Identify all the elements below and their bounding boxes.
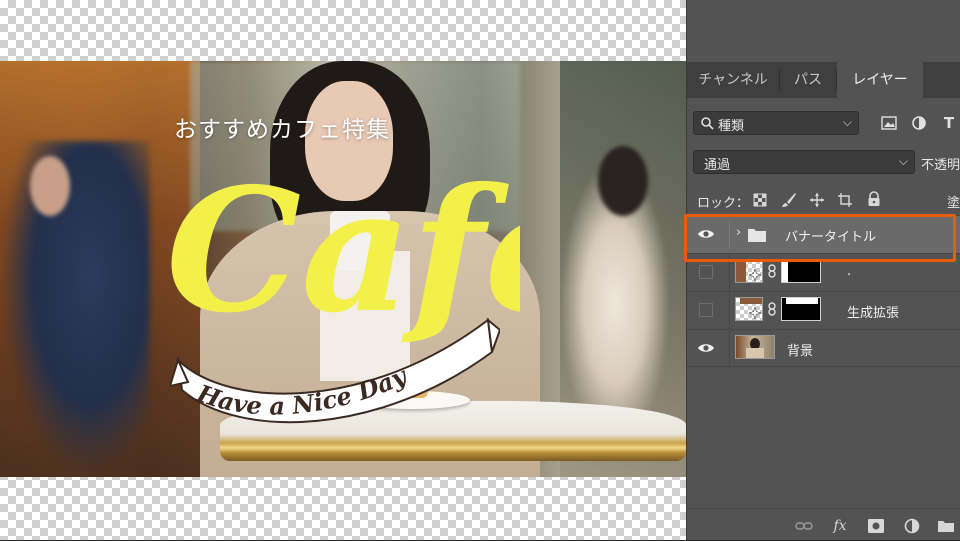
column-divider bbox=[729, 330, 730, 368]
layer-name: バナータイトル bbox=[785, 230, 877, 245]
layer-mask-thumbnail[interactable] bbox=[781, 259, 821, 283]
visibility-eye-icon[interactable] bbox=[697, 225, 715, 243]
filter-adjustment-layer-icon[interactable] bbox=[909, 113, 929, 133]
layer-name: 背景 bbox=[787, 344, 814, 359]
layer-mask-thumbnail[interactable] bbox=[781, 297, 821, 321]
filter-pixel-layer-icon[interactable] bbox=[879, 113, 899, 133]
photo-right-hair bbox=[598, 146, 648, 216]
layer-style-fx-icon[interactable]: fx bbox=[831, 517, 849, 535]
panel-top-area bbox=[687, 0, 960, 62]
layer-row-generative-expand[interactable]: 生成拡張 bbox=[687, 291, 960, 330]
photo-left-person bbox=[0, 141, 150, 477]
panel-tabbar: チャンネル パス レイヤー bbox=[687, 62, 960, 98]
link-layers-icon[interactable] bbox=[795, 517, 813, 535]
tab-layers[interactable]: レイヤー bbox=[837, 62, 923, 98]
search-icon bbox=[701, 117, 714, 130]
layer-row-background[interactable]: 背景 bbox=[687, 329, 960, 368]
visibility-eye-icon[interactable] bbox=[697, 339, 715, 357]
lock-artboard-icon[interactable] bbox=[837, 192, 853, 208]
tab-paths[interactable]: パス bbox=[780, 62, 836, 98]
layer-thumbnail bbox=[735, 335, 775, 359]
lock-position-move-icon[interactable] bbox=[809, 192, 825, 208]
lock-all-icon[interactable] bbox=[867, 191, 881, 207]
add-mask-icon[interactable] bbox=[867, 517, 885, 535]
chain-link-icon[interactable] bbox=[767, 302, 777, 316]
layer-thumbnail bbox=[735, 259, 763, 283]
layer-row-dot[interactable]: . bbox=[687, 253, 960, 292]
layers-bottom-toolbar: fx bbox=[687, 508, 960, 541]
blend-mode-label: 通過 bbox=[704, 158, 731, 173]
layers-panel-dock: チャンネル パス レイヤー 種類 ⌵ T 通過 ⌵ 不透明 ロック： 塗 › バ… bbox=[686, 0, 960, 540]
banner-ribbon-text: Have a Nice Day bbox=[193, 360, 413, 420]
lock-image-pixels-brush-icon[interactable] bbox=[781, 192, 797, 208]
filter-kind-select[interactable]: 種類 ⌵ bbox=[693, 111, 859, 135]
new-group-folder-icon[interactable] bbox=[937, 517, 955, 535]
document-canvas[interactable]: おすすめカフェ特集 Cafe Have a Nice Day bbox=[0, 0, 686, 540]
column-divider bbox=[729, 254, 730, 292]
visibility-toggle-empty[interactable] bbox=[699, 303, 713, 317]
column-divider bbox=[729, 292, 730, 330]
blend-mode-select[interactable]: 通過 ⌵ bbox=[693, 150, 915, 174]
fill-label: 塗 bbox=[947, 196, 960, 211]
chain-link-icon[interactable] bbox=[767, 264, 777, 278]
tab-channels[interactable]: チャンネル bbox=[687, 62, 779, 98]
layer-row-banner-title[interactable]: › バナータイトル bbox=[687, 215, 960, 253]
generative-sparkle-icon bbox=[749, 269, 761, 281]
chevron-right-icon[interactable]: › bbox=[736, 225, 741, 240]
svg-text:Have a Nice Day: Have a Nice Day bbox=[193, 360, 413, 420]
filter-type-layer-icon[interactable]: T bbox=[939, 113, 959, 133]
photo-left-face bbox=[30, 156, 70, 216]
visibility-toggle-empty[interactable] bbox=[699, 265, 713, 279]
layer-name: 生成拡張 bbox=[847, 306, 900, 321]
layer-name: . bbox=[847, 264, 852, 279]
lock-row: ロック： 塗 bbox=[687, 188, 960, 212]
lock-label: ロック： bbox=[697, 196, 750, 211]
chevron-down-icon: ⌵ bbox=[842, 115, 852, 129]
new-adjustment-layer-icon[interactable] bbox=[903, 517, 921, 535]
chevron-down-icon: ⌵ bbox=[898, 154, 908, 168]
lock-transparent-pixels-icon[interactable] bbox=[753, 193, 767, 207]
column-divider bbox=[729, 222, 730, 248]
banner-ribbon: Have a Nice Day bbox=[170, 317, 500, 424]
filter-kind-label: 種類 bbox=[718, 119, 745, 134]
folder-icon bbox=[748, 229, 766, 242]
generative-sparkle-icon bbox=[749, 307, 761, 319]
layer-thumbnail bbox=[735, 297, 763, 321]
opacity-label: 不透明 bbox=[921, 158, 960, 173]
